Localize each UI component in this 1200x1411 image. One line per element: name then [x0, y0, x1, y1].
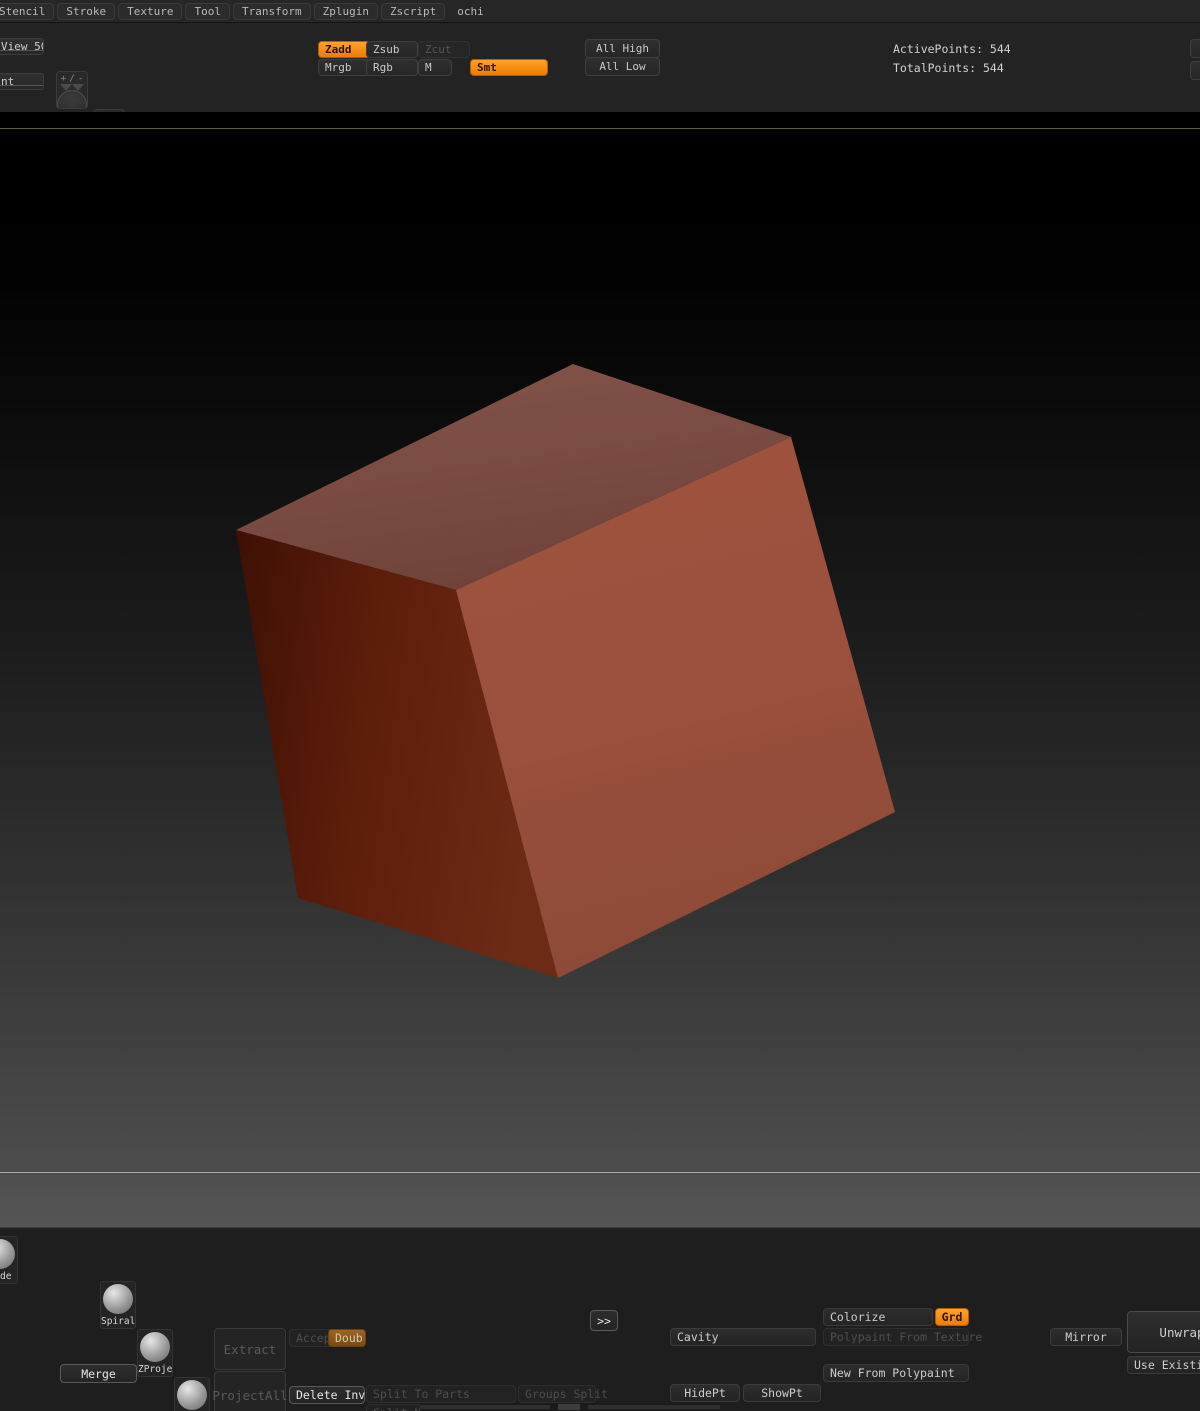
canvas-bottom-divider — [0, 1172, 1200, 1173]
horizontal-scrollbar[interactable] — [420, 1403, 720, 1411]
brush-thumbnail-icon — [140, 1332, 170, 1362]
use-existing-button[interactable]: Use Existing — [1127, 1356, 1200, 1374]
brush-thumbnail-icon — [0, 1239, 15, 1269]
menu-item-zscript[interactable]: Zscript — [380, 2, 446, 20]
showpt-button[interactable]: ShowPt — [743, 1384, 821, 1402]
merge-button[interactable]: Merge — [60, 1364, 137, 1383]
menubar: Stencil Stroke Texture Tool Transform Zp… — [0, 0, 1200, 22]
right-edge-button-1[interactable] — [1190, 39, 1200, 58]
zadd-button[interactable]: Zadd — [318, 41, 370, 58]
delete-invisible-button[interactable]: Delete Invis — [289, 1386, 379, 1404]
expand-more-button[interactable]: >> — [590, 1310, 618, 1331]
split-to-parts-button[interactable]: Split To Parts — [366, 1385, 516, 1403]
brush-spiral[interactable]: Spiral — [100, 1281, 136, 1329]
groups-split-button[interactable]: Groups Split — [518, 1385, 608, 1403]
unwrap-button[interactable]: Unwrap — [1127, 1311, 1200, 1353]
grd-button[interactable]: Grd — [935, 1308, 969, 1326]
brush-thumbnail-icon — [177, 1380, 207, 1410]
m-button[interactable]: M — [418, 59, 452, 76]
menu-item-zplugin[interactable]: Zplugin — [313, 2, 378, 20]
menu-item-stencil[interactable]: Stencil — [0, 2, 55, 20]
dial-icon — [57, 90, 87, 108]
menu-item-ochi[interactable]: ochi — [448, 3, 493, 20]
rgb-button[interactable]: Rgb — [366, 59, 418, 76]
new-from-polypaint-button[interactable]: New From Polypaint — [823, 1364, 969, 1382]
double-button[interactable]: Doub — [328, 1329, 366, 1347]
scrollbar-handle[interactable] — [558, 1404, 580, 1410]
brush-zproject[interactable]: ZProjec — [137, 1329, 173, 1377]
hidept-button[interactable]: HidePt — [670, 1384, 740, 1402]
view-slider[interactable]: View 50 — [0, 38, 44, 55]
menu-item-texture[interactable]: Texture — [118, 2, 183, 20]
zbrush-window: Stencil Stroke Texture Tool Transform Zp… — [0, 0, 1200, 1411]
total-points-label: TotalPoints: 544 — [893, 61, 1004, 75]
brush-slide[interactable]: lide — [0, 1236, 18, 1284]
cube-3d-mesh — [236, 364, 895, 978]
zcut-button[interactable]: Zcut — [418, 41, 470, 58]
slider-track — [0, 50, 43, 51]
all-low-button[interactable]: All Low — [585, 57, 660, 76]
brush-thumbnail-icon — [103, 1284, 133, 1314]
extract-button[interactable]: Extract — [214, 1328, 286, 1370]
active-points-label: ActivePoints: 544 — [893, 42, 1011, 56]
menu-item-tool[interactable]: Tool — [185, 2, 230, 20]
menu-item-stroke[interactable]: Stroke — [57, 2, 116, 20]
mirror-button-top[interactable]: Mirror — [1050, 1328, 1122, 1346]
projectall-button[interactable]: ProjectAll — [212, 1371, 288, 1411]
zsub-button[interactable]: Zsub — [366, 41, 418, 58]
focal-shift-pad[interactable]: + / - — [56, 71, 88, 109]
scrollbar-track-right — [588, 1405, 720, 1409]
viewport-canvas[interactable] — [0, 112, 1200, 1227]
bottom-panel: lide Spiral ZProjec Crumple Nudge ZRemes… — [0, 1227, 1200, 1411]
mrgb-button[interactable]: Mrgb — [318, 59, 370, 76]
scrollbar-track-left — [420, 1405, 550, 1409]
brush-crumple[interactable]: Crumple — [174, 1377, 210, 1411]
colorize-button[interactable]: Colorize — [823, 1308, 933, 1326]
smt-button[interactable]: Smt — [470, 59, 548, 76]
menu-item-transform[interactable]: Transform — [232, 2, 311, 20]
all-high-button[interactable]: All High — [585, 39, 660, 58]
slider-track — [0, 85, 43, 86]
top-toolbar: View 50 nt +/- on OFF — [0, 22, 1200, 388]
cavity-button[interactable]: Cavity — [670, 1328, 816, 1346]
secondary-slider[interactable]: nt — [0, 73, 44, 90]
polypaint-from-texture-button[interactable]: Polypaint From Texture — [823, 1328, 982, 1346]
plus-minus-icons: + / - — [60, 73, 84, 84]
right-edge-button-2[interactable] — [1190, 61, 1200, 80]
